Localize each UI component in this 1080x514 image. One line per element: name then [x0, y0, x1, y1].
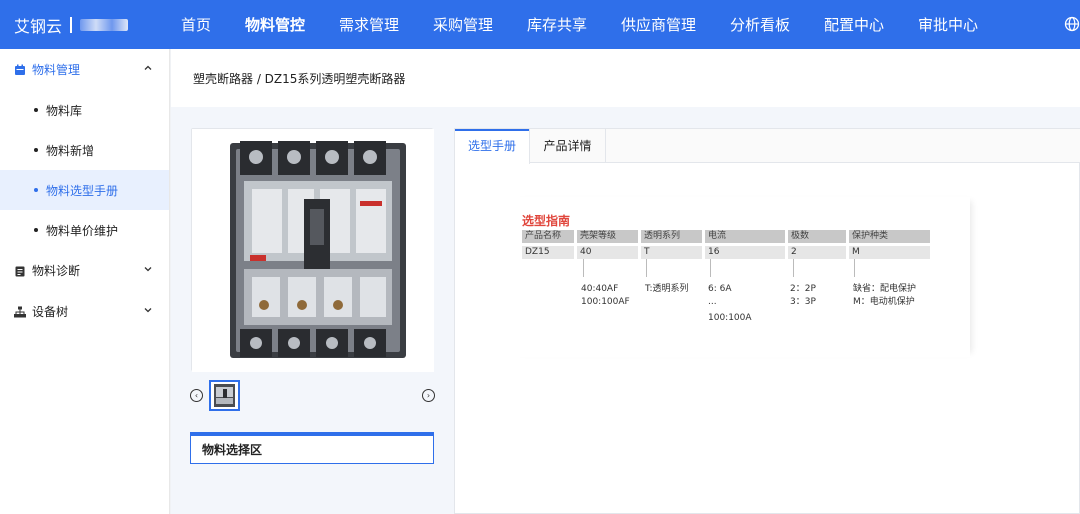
sidebar-item-label: 物料选型手册 — [46, 183, 119, 198]
blurred-org-name — [80, 18, 129, 31]
nav-item-demand[interactable]: 需求管理 — [339, 0, 399, 49]
guide-option: ... — [708, 297, 717, 307]
guide-option: 100:100A — [708, 313, 752, 323]
guide-header: 壳架等级 — [577, 230, 638, 243]
logo-text: 艾钢云 — [14, 16, 63, 36]
nav-item-purchase[interactable]: 采购管理 — [433, 0, 493, 49]
thumbnail-image[interactable] — [209, 380, 240, 411]
guide-value: M — [849, 246, 930, 259]
guide-value: 40 — [577, 246, 638, 259]
guide-header: 透明系列 — [641, 230, 702, 243]
sidebar-group-label: 物料诊断 — [32, 264, 81, 278]
bullet-dot — [34, 188, 38, 192]
logo-divider — [70, 16, 73, 33]
guide-option: 缺省：配电保护 — [853, 284, 917, 294]
sidebar-item-material-library[interactable]: 物料库 — [0, 90, 169, 130]
globe-icon[interactable] — [1064, 16, 1080, 32]
sidebar: 物料管理 物料库 物料新增 物料选型手册 物料单价维护 物料诊断 设备树 — [0, 49, 170, 514]
guide-connector — [854, 259, 855, 277]
nav-item-dashboard[interactable]: 分析看板 — [730, 0, 790, 49]
sidebar-group-material-diagnosis[interactable]: 物料诊断 — [0, 250, 169, 291]
tab-selection-manual[interactable]: 选型手册 — [455, 129, 530, 164]
nav-item-supplier[interactable]: 供应商管理 — [621, 0, 696, 49]
bullet-dot — [34, 148, 38, 152]
circuit-breaker-image — [192, 129, 434, 372]
sidebar-submenu: 物料库 物料新增 物料选型手册 物料单价维护 — [0, 90, 169, 250]
thumbnail-carousel: ‹ › — [188, 378, 436, 412]
sidebar-item-material-add[interactable]: 物料新增 — [0, 130, 169, 170]
product-image-card — [191, 128, 434, 372]
guide-option: 2：2P — [790, 284, 816, 294]
sidebar-group-label: 物料管理 — [32, 63, 81, 77]
chevron-right-icon[interactable]: › — [422, 389, 435, 402]
guide-header: 极数 — [788, 230, 846, 243]
guide-option: T:透明系列 — [645, 284, 689, 294]
calendar-icon — [15, 64, 25, 75]
bullet-dot — [34, 108, 38, 112]
breadcrumb: 塑壳断路器 / DZ15系列透明塑壳断路器 — [171, 49, 1080, 107]
sidebar-item-unit-price[interactable]: 物料单价维护 — [0, 210, 169, 250]
chevron-down-icon[interactable] — [143, 305, 153, 315]
breadcrumb-text: 塑壳断路器 / DZ15系列透明塑壳断路器 — [193, 71, 406, 86]
tab-product-details[interactable]: 产品详情 — [530, 129, 606, 163]
guide-header: 电流 — [705, 230, 785, 243]
sidebar-item-label: 物料新增 — [46, 143, 95, 158]
top-nav-bar: 艾钢云 首页 物料管控 需求管理 采购管理 库存共享 供应商管理 分析看板 配置… — [0, 0, 1080, 49]
sidebar-group-label: 设备树 — [32, 305, 69, 319]
chevron-up-icon[interactable] — [143, 63, 153, 73]
guide-option: 3：3P — [790, 297, 816, 307]
guide-option: 6: 6A — [708, 284, 732, 294]
sidebar-group-material-management[interactable]: 物料管理 — [0, 49, 169, 90]
sidebar-item-label: 物料库 — [46, 103, 83, 118]
material-selection-area[interactable]: 物料选择区 — [190, 432, 434, 464]
guide-option: 100:100AF — [581, 297, 630, 307]
nav-item-config[interactable]: 配置中心 — [824, 0, 884, 49]
nav-item-home[interactable]: 首页 — [181, 0, 211, 49]
guide-header: 产品名称 — [522, 230, 574, 243]
chevron-down-icon[interactable] — [143, 264, 153, 274]
guide-option: 40:40AF — [581, 284, 619, 294]
sidebar-group-equipment-tree[interactable]: 设备树 — [0, 291, 169, 332]
guide-value: T — [641, 246, 702, 259]
guide-header: 保护种类 — [849, 230, 930, 243]
tab-label: 选型手册 — [467, 139, 516, 153]
guide-title: 选型指南 — [522, 214, 571, 228]
sidebar-item-selection-manual[interactable]: 物料选型手册 — [0, 170, 169, 210]
guide-connector — [583, 259, 584, 277]
selection-area-label: 物料选择区 — [202, 443, 263, 457]
nav-item-inventory-share[interactable]: 库存共享 — [527, 0, 587, 49]
guide-value: 2 — [788, 246, 846, 259]
nav-item-material-control[interactable]: 物料管控 — [245, 0, 305, 49]
bullet-dot — [34, 228, 38, 232]
app-logo[interactable]: 艾钢云 — [0, 13, 170, 37]
guide-value: DZ15 — [522, 246, 574, 259]
org-tree-icon — [14, 306, 26, 317]
selection-guide: 选型指南 产品名称 壳架等级 透明系列 电流 极数 保护种类 DZ15 40 T… — [510, 197, 970, 357]
nav-item-approval[interactable]: 审批中心 — [918, 0, 978, 49]
thumbnail-breaker-icon — [214, 384, 235, 407]
guide-connector — [793, 259, 794, 277]
guide-value: 16 — [705, 246, 785, 259]
chevron-left-icon[interactable]: ‹ — [190, 389, 203, 402]
sidebar-item-label: 物料单价维护 — [46, 223, 119, 238]
tab-bar: 选型手册 产品详情 — [455, 129, 1080, 164]
tab-label: 产品详情 — [543, 139, 592, 153]
clipboard-icon — [15, 266, 25, 276]
guide-option: M：电动机保护 — [853, 297, 915, 307]
guide-connector — [710, 259, 711, 277]
guide-connector — [646, 259, 647, 277]
